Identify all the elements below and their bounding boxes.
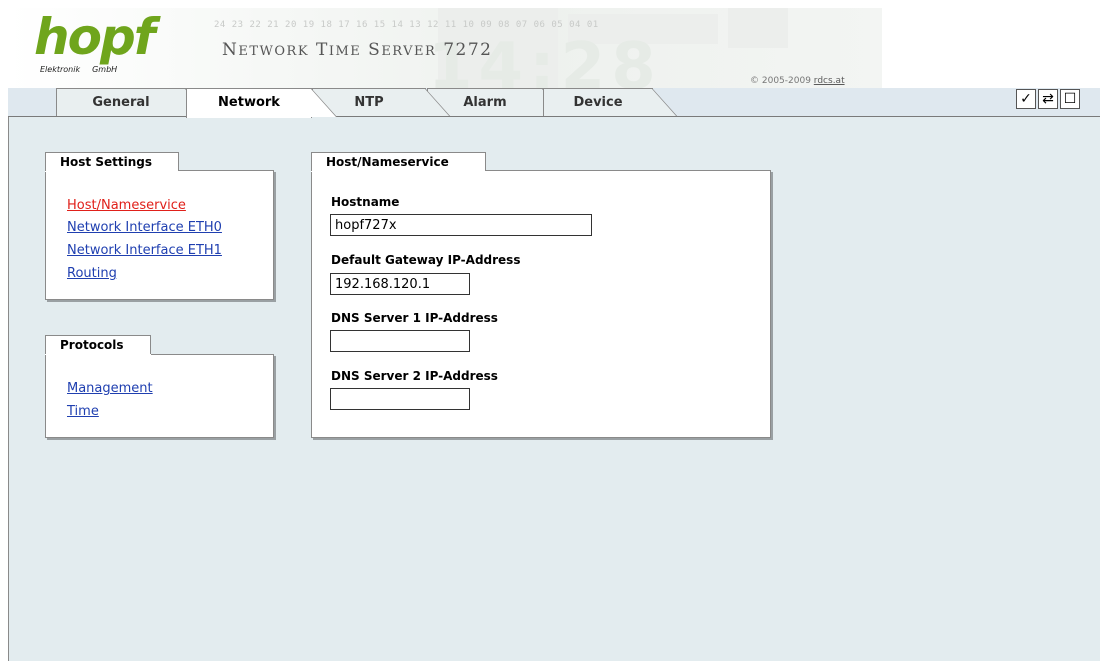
default-gateway-label: Default Gateway IP-Address [331, 253, 521, 267]
protocols-title: Protocols [45, 335, 151, 355]
toolbar-icons: ✓ ⇄ ☐ [1016, 89, 1080, 111]
tab-device[interactable]: Device [543, 88, 678, 117]
dns-server-2-label: DNS Server 2 IP-Address [331, 369, 498, 383]
tab-network[interactable]: Network [186, 88, 337, 118]
header-digit-strip: 24 23 22 21 20 19 18 17 16 15 14 13 12 1… [214, 20, 599, 30]
check-icon[interactable]: ✓ [1016, 89, 1036, 109]
nav-link-host-nameservice[interactable]: Host/Nameservice [67, 198, 186, 213]
nav-link-routing[interactable]: Routing [67, 266, 117, 281]
dns-server-2-input[interactable] [330, 388, 470, 410]
page-header: 14:28 hopf Elektronik GmbH 24 23 22 21 20… [0, 0, 1100, 104]
reload-icon[interactable]: ⇄ [1038, 89, 1058, 109]
hostname-input[interactable] [330, 214, 592, 236]
host-nameservice-title: Host/Nameservice [311, 152, 486, 172]
nav-link-network-interface-eth0[interactable]: Network Interface ETH0 [67, 220, 222, 235]
nav-link-time[interactable]: Time [67, 404, 99, 419]
rdcs-link[interactable]: rdcs.at [814, 76, 845, 86]
tab-general[interactable]: General [56, 88, 211, 117]
default-gateway-input[interactable] [330, 273, 470, 295]
product-title: NETWORK TIME SERVER 7272 [222, 40, 493, 60]
host-settings-title: Host Settings [45, 152, 179, 172]
hostname-label: Hostname [331, 195, 400, 209]
tab-bar-divider [8, 116, 1100, 117]
copyright-notice: © 2005-2009 rdcs.at [750, 76, 845, 86]
nav-link-network-interface-eth1[interactable]: Network Interface ETH1 [67, 243, 222, 258]
dns-server-1-label: DNS Server 1 IP-Address [331, 311, 498, 325]
dns-server-1-input[interactable] [330, 330, 470, 352]
document-icon[interactable]: ☐ [1060, 89, 1080, 109]
nav-link-management[interactable]: Management [67, 381, 153, 396]
protocols-panel [45, 354, 274, 438]
hopf-logo: hopf Elektronik GmbH [34, 8, 155, 74]
